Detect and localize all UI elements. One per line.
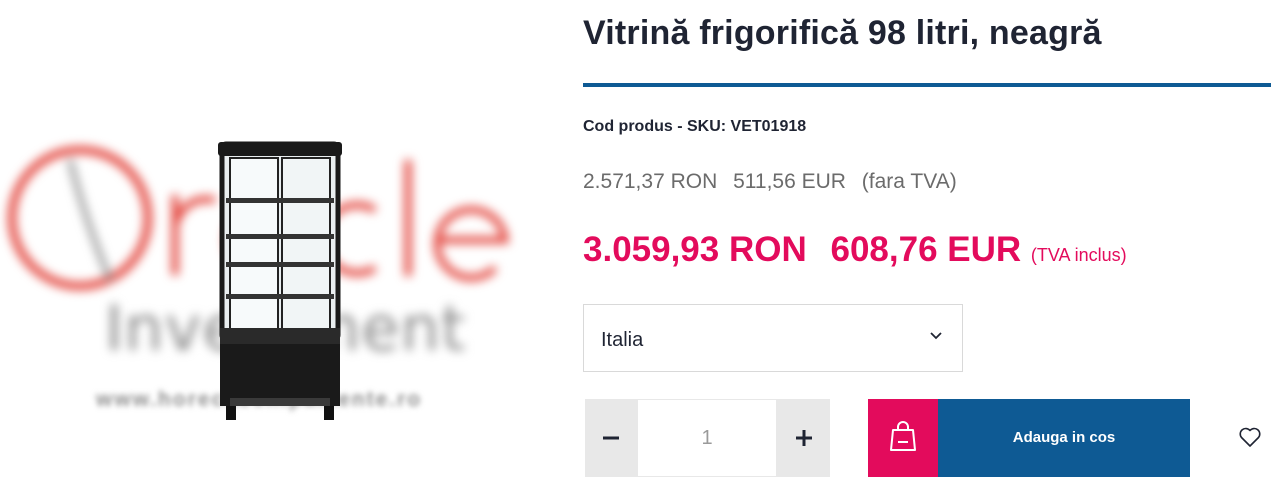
heart-icon[interactable] bbox=[1238, 426, 1262, 448]
quantity-stepper bbox=[585, 399, 830, 477]
cart-icon-box bbox=[868, 399, 938, 477]
plus-icon bbox=[796, 430, 812, 446]
price-without-vat: 2.571,37 RON 511,56 EUR (fara TVA) bbox=[583, 170, 967, 194]
chevron-down-icon bbox=[930, 332, 942, 340]
product-gallery: Investment www.horecaechipamente.ro bbox=[0, 0, 560, 482]
title-divider bbox=[583, 83, 1271, 87]
add-to-cart-button[interactable]: Adauga in cos bbox=[868, 399, 1190, 477]
product-title: Vitrină frigorifică 98 litri, neagră bbox=[583, 14, 1102, 52]
variant-select[interactable]: Italia bbox=[583, 304, 963, 372]
price-net-eur: 511,56 EUR bbox=[733, 170, 846, 193]
refrigerated-display-case-image bbox=[218, 141, 342, 420]
price-net-ron: 2.571,37 RON bbox=[583, 170, 718, 193]
variant-select-value: Italia bbox=[601, 329, 644, 351]
minus-icon bbox=[603, 436, 619, 440]
price-net-note: (fara TVA) bbox=[861, 170, 957, 193]
price-gross-note: (TVA inclus) bbox=[1030, 245, 1127, 265]
quantity-decrease-button[interactable] bbox=[585, 399, 637, 477]
product-sku: Cod produs - SKU: VET01918 bbox=[583, 118, 807, 135]
add-to-cart-label: Adauga in cos bbox=[938, 399, 1190, 477]
quantity-input[interactable] bbox=[638, 400, 776, 476]
price-gross-ron: 3.059,93 RON bbox=[583, 230, 807, 269]
price-gross-eur: 608,76 EUR bbox=[830, 230, 1022, 269]
shopping-bag-icon bbox=[890, 421, 916, 451]
price-with-vat: 3.059,93 RON 608,76 EUR (TVA inclus) bbox=[583, 230, 1127, 270]
quantity-increase-button[interactable] bbox=[778, 399, 830, 477]
